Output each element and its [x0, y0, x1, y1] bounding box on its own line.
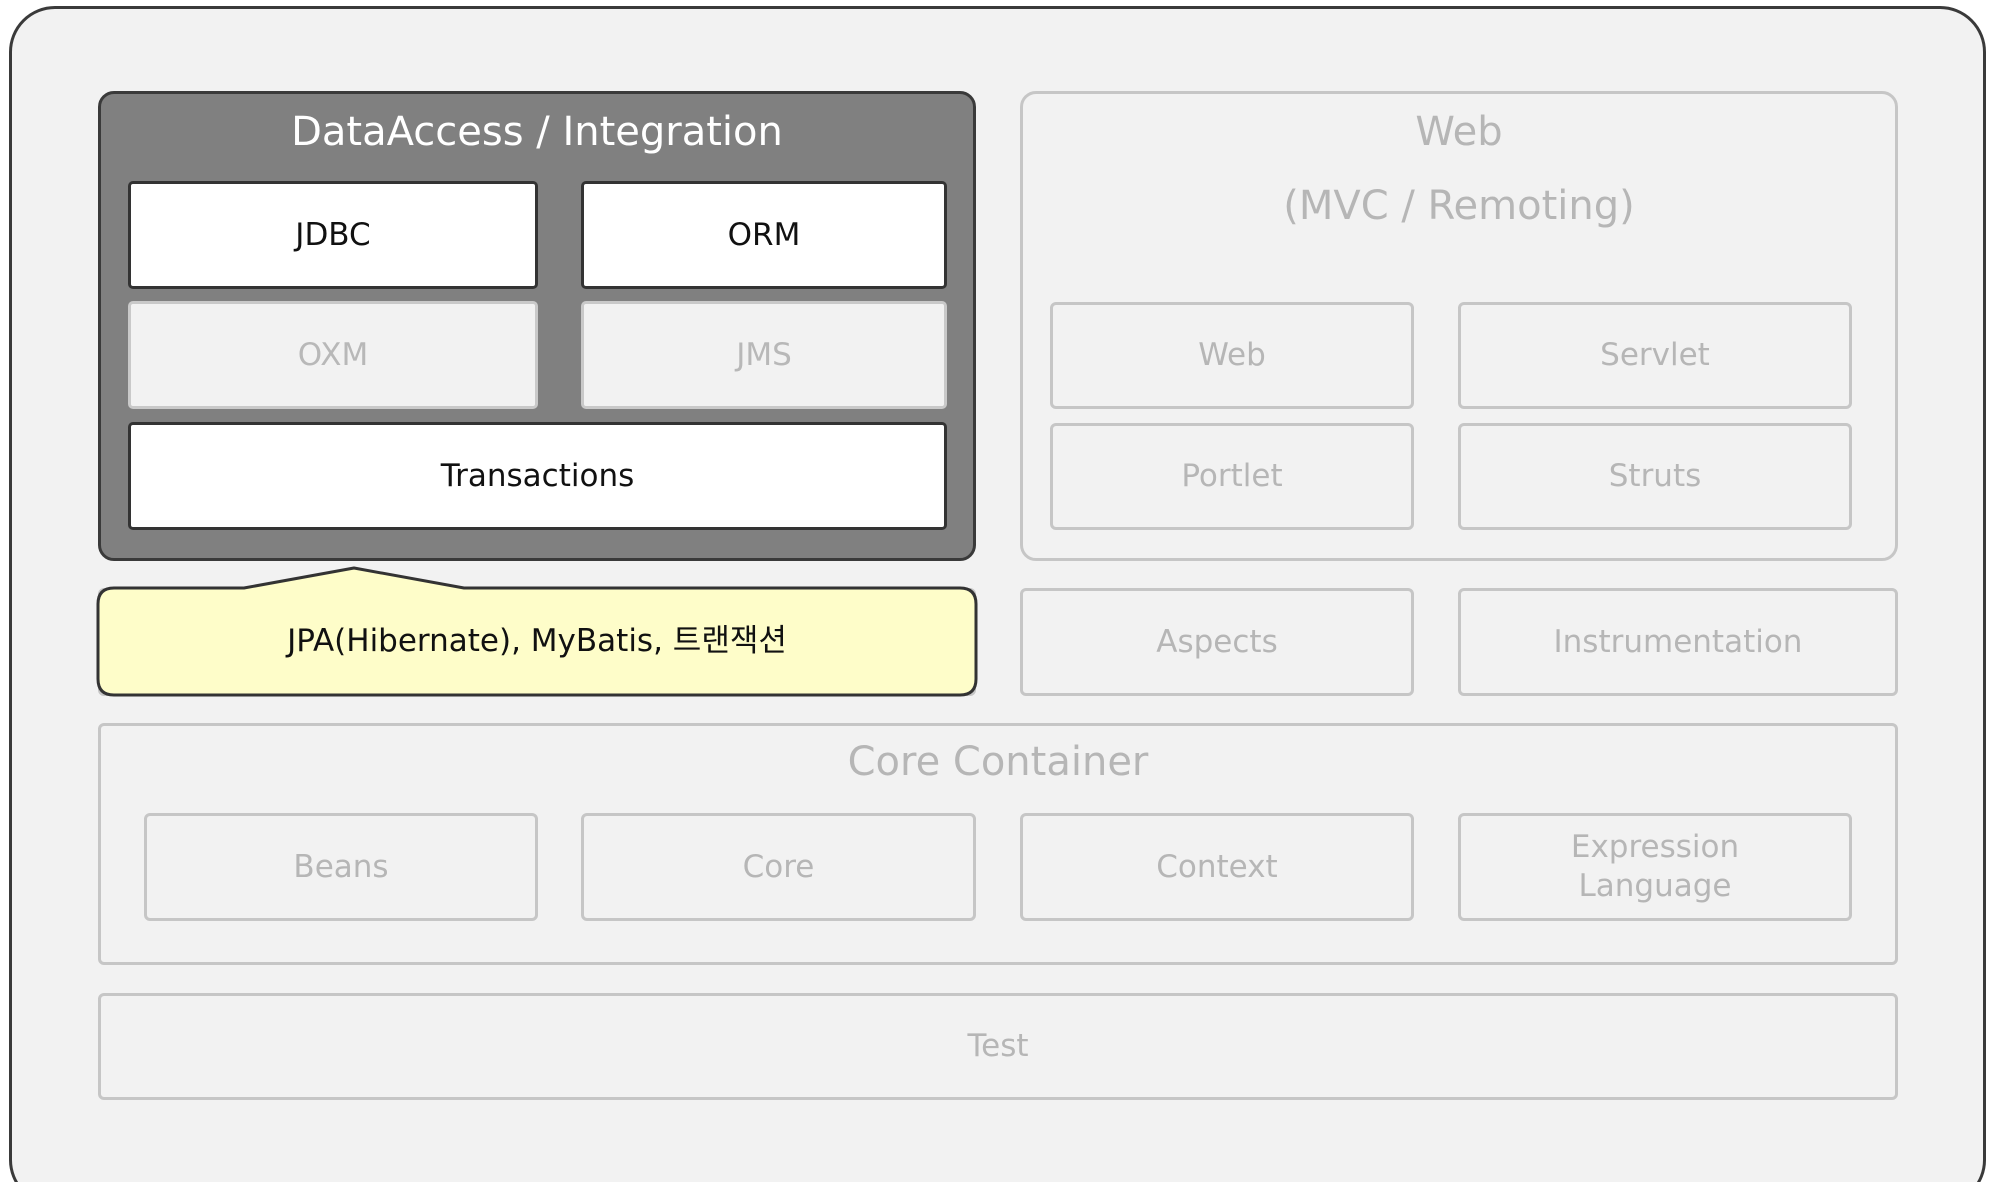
expression-label-line1: Expression	[1570, 829, 1740, 866]
test-label: Test	[967, 1028, 1029, 1065]
callout-text-box: JPA(Hibernate), MyBatis, 트랜잭션	[98, 588, 976, 695]
web-module-label: Web	[1198, 337, 1266, 374]
beans-label: Beans	[293, 848, 389, 885]
web-module: Web	[1050, 302, 1414, 409]
portlet-label: Portlet	[1181, 458, 1283, 495]
web-title: Web	[1415, 109, 1503, 155]
aspects-module: Aspects	[1020, 588, 1414, 696]
test-module: Test	[98, 993, 1898, 1100]
struts-module: Struts	[1458, 423, 1852, 530]
core-module: Core	[581, 813, 976, 921]
aspects-label: Aspects	[1156, 623, 1278, 660]
web-subtitle-line: (MVC / Remoting)	[1283, 183, 1635, 229]
servlet-label: Servlet	[1600, 337, 1710, 374]
servlet-module: Servlet	[1458, 302, 1852, 409]
context-module: Context	[1020, 813, 1414, 921]
beans-module: Beans	[144, 813, 538, 921]
instrumentation-module: Instrumentation	[1458, 588, 1898, 696]
core-label: Core	[742, 848, 815, 885]
core-container-title: Core Container	[847, 739, 1149, 785]
context-label: Context	[1156, 848, 1278, 885]
instrumentation-label: Instrumentation	[1553, 623, 1803, 660]
expression-label-line2: Language	[1578, 868, 1732, 904]
struts-label: Struts	[1608, 458, 1702, 495]
portlet-module: Portlet	[1050, 423, 1414, 530]
spring-architecture-diagram: DataAccess / Integration JDBC ORM OXM JM…	[0, 0, 1992, 1182]
callout-text: JPA(Hibernate), MyBatis, 트랜잭션	[287, 623, 787, 660]
expression-language-module: Expression Language	[1458, 813, 1852, 921]
